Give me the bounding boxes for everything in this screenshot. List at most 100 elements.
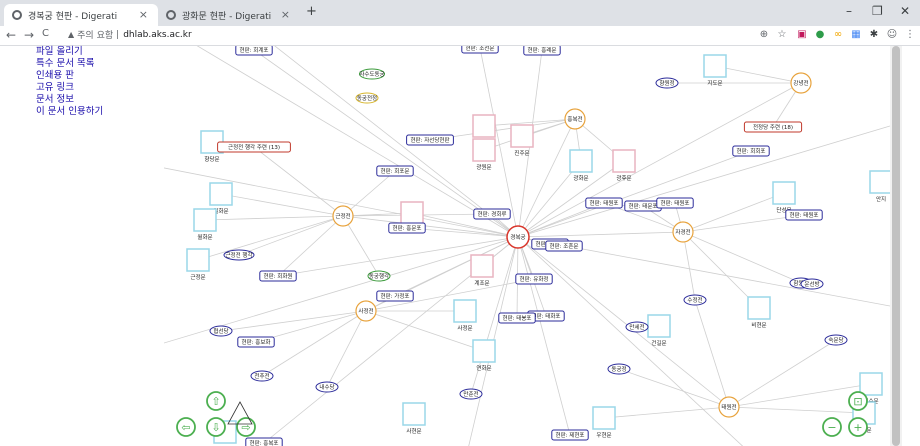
graph-node[interactable]: 협선당	[209, 325, 233, 337]
graph-node[interactable]: 운선방	[800, 278, 824, 290]
graph-node[interactable]: 근정전 행각 주련 (13)	[217, 141, 291, 153]
graph-node[interactable]: 현판: 태원포	[656, 197, 694, 209]
graph-node[interactable]: 근정전	[332, 205, 354, 227]
node-square[interactable]	[592, 406, 616, 430]
node-square[interactable]	[209, 182, 233, 206]
graph-node[interactable]: 동궁전정	[355, 92, 379, 104]
graph-canvas[interactable]: 현판: 회계포 현판: 조선문 현판: 흥례문지도문 향원정 강녕전 자수도동궁동궁전정흥…	[164, 46, 890, 446]
graph-node[interactable]: 내수당	[315, 381, 339, 393]
menu-printable[interactable]: 인쇄용 판	[36, 70, 156, 82]
graph-node[interactable]: 광후문	[612, 149, 636, 182]
node-square[interactable]	[472, 339, 496, 363]
menu-page-info[interactable]: 문서 정보	[36, 94, 156, 106]
graph-node[interactable]: 현판: 태봉포	[498, 312, 536, 324]
node-square[interactable]	[472, 114, 496, 138]
pan-up-button[interactable]: ⇧	[206, 391, 226, 411]
node-square[interactable]	[647, 314, 671, 338]
graph-node[interactable]: 사현문	[402, 402, 426, 435]
graph-node[interactable]: 경복궁	[506, 225, 530, 249]
graph-node[interactable]: 현판: 자선당현판	[406, 134, 454, 146]
pan-right-button[interactable]: ⇨	[236, 417, 256, 437]
menu-upload[interactable]: 파일 올리기	[36, 46, 156, 58]
menu-icon[interactable]: ⋮	[904, 29, 916, 41]
graph-node[interactable]: 현판: 흥문포	[388, 222, 426, 234]
graph-node[interactable]: 현판: 회계포	[235, 46, 273, 56]
graph-node[interactable]: 강녕전	[790, 72, 812, 94]
back-button[interactable]: ←	[6, 28, 16, 42]
graph-node[interactable]: 만춘전	[459, 388, 483, 400]
puzzle-icon[interactable]: ✱	[868, 29, 880, 41]
node-square[interactable]	[612, 149, 636, 173]
pan-left-button[interactable]: ⇦	[176, 417, 196, 437]
node-square[interactable]	[859, 372, 883, 396]
pan-down-button[interactable]: ⇩	[206, 417, 226, 437]
graph-node[interactable]: 현판: 조흔문	[545, 240, 583, 252]
graph-node[interactable]: 자경전	[672, 221, 694, 243]
graph-node[interactable]: 현판: 회화원	[259, 270, 297, 282]
node-square[interactable]	[703, 54, 727, 78]
graph-node[interactable]: 현판: 회회포	[732, 145, 770, 157]
node-square[interactable]	[193, 208, 217, 232]
graph-node[interactable]: 연화문	[472, 339, 496, 372]
graph-node[interactable]: 우현문	[592, 406, 616, 439]
graph-node[interactable]: 흥복전	[564, 108, 586, 130]
graph-node[interactable]: 근정전 행각	[223, 249, 255, 261]
graph-node[interactable]: 안지	[869, 170, 890, 203]
graph-node[interactable]: 광원문	[472, 138, 496, 171]
extension-green-icon[interactable]: ●	[814, 29, 826, 41]
maximize-button[interactable]: ❐	[872, 4, 883, 18]
menu-special-pages[interactable]: 특수 문서 목록	[36, 58, 156, 70]
graph-node[interactable]: 수정전	[683, 294, 707, 306]
node-square[interactable]	[510, 124, 534, 148]
graph-node[interactable]: 현판: 흥복포	[245, 437, 283, 446]
graph-node[interactable]: 현판: 흥례문	[523, 46, 561, 56]
graph-node[interactable]: 현판: 태원포	[585, 197, 623, 209]
zoom-in-button[interactable]: +	[848, 417, 868, 437]
graph-node[interactable]: 현판: 조선문	[461, 46, 499, 54]
node-square[interactable]	[453, 299, 477, 323]
menu-cite[interactable]: 이 문서 인용하기	[36, 106, 156, 118]
menu-permalink[interactable]: 고유 링크	[36, 82, 156, 94]
graph-node[interactable]: 동궁행각	[367, 270, 391, 282]
close-tab-icon[interactable]: ×	[281, 8, 290, 21]
graph-node[interactable]: 천추전	[250, 370, 274, 382]
node-square[interactable]	[869, 170, 890, 194]
graph-node[interactable]: 현판: 가정포	[376, 290, 414, 302]
scrollbar-thumb[interactable]	[892, 46, 900, 446]
extension-grid-icon[interactable]: ▦	[850, 29, 862, 41]
graph-node[interactable]: 진주문	[510, 124, 534, 157]
graph-node[interactable]: 계조문	[470, 254, 494, 287]
close-tab-icon[interactable]: ×	[139, 8, 148, 21]
new-tab-button[interactable]: +	[306, 4, 317, 19]
graph-node[interactable]: 자수도동궁	[359, 68, 385, 80]
graph-node[interactable]: 만세전	[625, 321, 649, 333]
zoom-icon[interactable]: ⊕	[758, 29, 770, 41]
star-icon[interactable]: ☆	[776, 29, 788, 41]
graph-node[interactable]: 숙문당	[824, 334, 848, 346]
node-square[interactable]	[186, 248, 210, 272]
address-bar[interactable]: ▲ 주의 요함 | dhlab.aks.ac.kr	[68, 28, 192, 42]
zoom-out-button[interactable]: −	[822, 417, 842, 437]
graph-node[interactable]: 현판: 회포문	[376, 165, 414, 177]
graph-node[interactable]: 단성문	[772, 181, 796, 214]
node-square[interactable]	[772, 181, 796, 205]
graph-node[interactable]: 비현문	[747, 296, 771, 329]
extension-shield-icon[interactable]: ▣	[796, 29, 808, 41]
node-square[interactable]	[569, 149, 593, 173]
tab-gyeongbokgung[interactable]: 경복궁 현판 - Digerati ×	[4, 4, 158, 26]
graph-node[interactable]: 사정전	[355, 300, 377, 322]
graph-node[interactable]: 현판: 태원포	[785, 209, 823, 221]
window-close-button[interactable]: ✕	[900, 4, 910, 18]
profile-icon[interactable]: ☺	[886, 29, 898, 41]
graph-node[interactable]: 사정문	[453, 299, 477, 332]
graph-node[interactable]: 동궁정	[607, 363, 631, 375]
graph-node[interactable]: 현판: 태문포	[624, 200, 662, 212]
tab-gwanghwamun[interactable]: 광화문 현판 - Digerati ×	[158, 4, 300, 26]
node-square[interactable]	[747, 296, 771, 320]
graph-node[interactable]: 건길문	[647, 314, 671, 347]
node-square[interactable]	[402, 402, 426, 426]
graph-node[interactable]: 현판: 경회루	[473, 208, 511, 220]
extension-link-icon[interactable]: ∞	[832, 29, 844, 41]
node-square[interactable]	[472, 138, 496, 162]
node-square[interactable]	[470, 254, 494, 278]
